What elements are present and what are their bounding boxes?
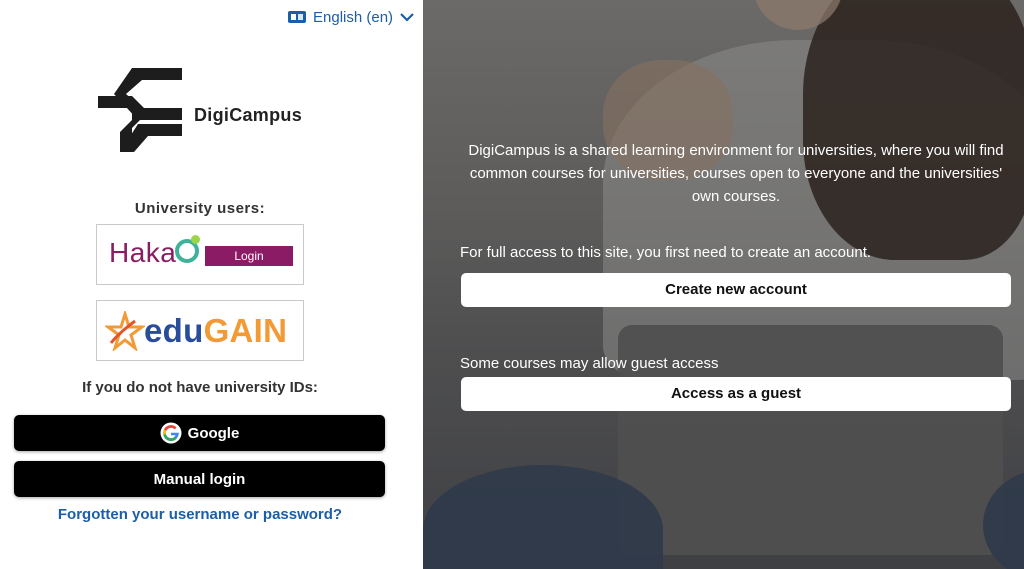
edugain-wordmark: eduGAIN bbox=[144, 312, 287, 350]
edugain-word-edu: edu bbox=[144, 312, 204, 349]
create-account-prompt: For full access to this site, you first … bbox=[460, 244, 872, 261]
background-photo-hair bbox=[803, 0, 1024, 260]
guest-access-note: Some courses may allow guest access bbox=[460, 355, 719, 372]
manual-login-button[interactable]: Manual login bbox=[14, 461, 385, 497]
guest-access-button[interactable]: Access as a guest bbox=[461, 377, 1011, 411]
haka-wordmark: Haka bbox=[109, 237, 177, 268]
haka-login-button[interactable]: Haka Login bbox=[96, 224, 304, 285]
edugain-login-button[interactable]: eduGAIN bbox=[96, 300, 304, 361]
login-panel: English (en) DigiCampus University users… bbox=[0, 0, 423, 569]
manual-login-label: Manual login bbox=[153, 470, 246, 488]
google-login-button[interactable]: Google bbox=[14, 415, 385, 451]
google-icon bbox=[160, 422, 182, 444]
google-button-label: Google bbox=[187, 424, 240, 442]
edugain-star-icon bbox=[105, 311, 145, 351]
site-intro-text: DigiCampus is a shared learning environm… bbox=[468, 142, 1004, 205]
chevron-down-icon bbox=[400, 13, 414, 22]
no-university-id-label: If you do not have university IDs: bbox=[82, 379, 318, 396]
create-account-button[interactable]: Create new account bbox=[461, 273, 1011, 307]
language-selector[interactable]: English (en) bbox=[288, 7, 414, 27]
digicampus-logo: DigiCampus bbox=[98, 68, 302, 152]
language-label: English (en) bbox=[313, 8, 394, 26]
university-users-label: University users: bbox=[134, 200, 266, 217]
digicampus-logo-icon bbox=[98, 68, 182, 152]
brand-name: DigiCampus bbox=[194, 104, 303, 125]
forgot-password-link[interactable]: Forgotten your username or password? bbox=[0, 506, 400, 523]
haka-login-label: Login bbox=[205, 246, 293, 266]
language-icon bbox=[288, 11, 306, 23]
haka-dot-icon bbox=[191, 235, 200, 244]
edugain-word-gain: GAIN bbox=[203, 312, 288, 349]
